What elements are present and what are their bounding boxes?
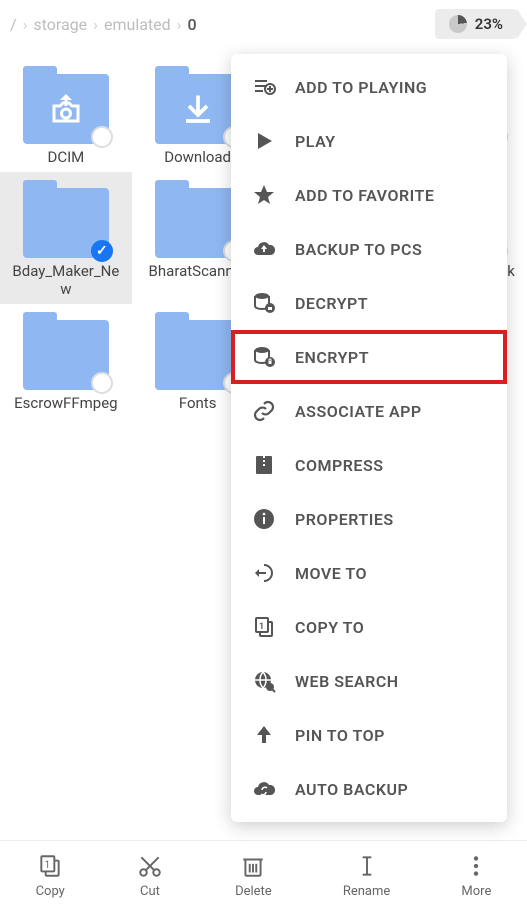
menu-item-label: ENCRYPT	[295, 348, 369, 367]
menu-item-add-to-playing[interactable]: ADD TO PLAYING	[231, 60, 507, 114]
camera-upload-icon	[46, 91, 86, 127]
menu-item-add-to-favorite[interactable]: ADD TO FAVORITE	[231, 168, 507, 222]
bottom-toolbar: 1 Copy Cut Delete Rename More	[0, 840, 527, 910]
db-unlock-icon	[251, 290, 277, 316]
menu-item-label: ASSOCIATE APP	[295, 402, 422, 421]
context-menu: ADD TO PLAYING PLAY ADD TO FAVORITE BACKUP …	[231, 54, 507, 822]
menu-item-label: AUTO BACKUP	[295, 780, 408, 799]
menu-item-label: WEB SEARCH	[295, 672, 399, 691]
web-search-icon	[251, 668, 277, 694]
folder-icon	[23, 188, 109, 258]
menu-item-copy-to[interactable]: 1 COPY TO	[231, 600, 507, 654]
delete-label: Delete	[235, 884, 272, 899]
cloud-up-icon	[251, 236, 277, 262]
chevron-right-icon: ›	[23, 15, 28, 34]
text-cursor-icon	[353, 852, 381, 880]
trash-icon	[239, 852, 267, 880]
menu-item-label: ADD TO PLAYING	[295, 78, 427, 97]
cloud-sync-icon	[251, 776, 277, 802]
rename-button[interactable]: Rename	[343, 852, 390, 899]
download-icon	[180, 91, 216, 127]
menu-item-pin-to-top[interactable]: PIN TO TOP	[231, 708, 507, 762]
menu-item-label: PROPERTIES	[295, 510, 394, 529]
chevron-right-icon: ›	[177, 15, 182, 34]
copy-label: Copy	[36, 884, 65, 899]
folder-label: DCIM	[47, 148, 84, 166]
menu-item-label: COMPRESS	[295, 456, 383, 475]
folder-icon	[155, 320, 241, 390]
storage-badge[interactable]: 23%	[435, 9, 517, 39]
cut-label: Cut	[140, 884, 160, 899]
menu-item-label: DECRYPT	[295, 294, 368, 313]
folder-icon	[155, 74, 241, 144]
breadcrumb-current: 0	[187, 15, 196, 34]
menu-item-play[interactable]: PLAY	[231, 114, 507, 168]
storage-percent: 23%	[475, 15, 503, 33]
breadcrumb-emulated[interactable]: emulated	[104, 15, 171, 34]
menu-item-move-to[interactable]: MOVE TO	[231, 546, 507, 600]
menu-item-backup-to-pcs[interactable]: BACKUP TO PCS	[231, 222, 507, 276]
more-vertical-icon	[462, 852, 490, 880]
menu-item-properties[interactable]: PROPERTIES	[231, 492, 507, 546]
copy-icon: 1	[36, 852, 64, 880]
menu-item-decrypt[interactable]: DECRYPT	[231, 276, 507, 330]
breadcrumb-root[interactable]: /	[10, 15, 17, 34]
info-icon	[251, 506, 277, 532]
menu-item-compress[interactable]: COMPRESS	[231, 438, 507, 492]
breadcrumb-storage[interactable]: storage	[33, 15, 87, 34]
folder-label: Download	[164, 148, 231, 166]
menu-item-encrypt[interactable]: ENCRYPT	[231, 330, 507, 384]
menu-item-web-search[interactable]: WEB SEARCH	[231, 654, 507, 708]
svg-text:1: 1	[45, 860, 50, 871]
folder-icon	[155, 188, 241, 258]
copy-icon: 1	[251, 614, 277, 640]
menu-item-auto-backup[interactable]: AUTO BACKUP	[231, 762, 507, 816]
playlist-add-icon	[251, 74, 277, 100]
folder-item[interactable]: EscrowFFmpeg	[0, 304, 132, 418]
check-icon	[91, 240, 113, 262]
link-icon	[251, 398, 277, 424]
menu-item-label: MOVE TO	[295, 564, 367, 583]
folder-label: Fonts	[179, 394, 217, 412]
move-icon	[251, 560, 277, 586]
svg-text:1: 1	[259, 622, 265, 632]
folder-icon	[23, 74, 109, 144]
menu-item-label: COPY TO	[295, 618, 364, 637]
scissors-icon	[136, 852, 164, 880]
folder-label: EscrowFFmpeg	[14, 394, 117, 412]
rename-label: Rename	[343, 884, 390, 899]
menu-item-label: PIN TO TOP	[295, 726, 385, 745]
status-dot	[91, 372, 113, 394]
db-lock-icon	[251, 344, 277, 370]
cut-button[interactable]: Cut	[136, 852, 164, 899]
play-icon	[251, 128, 277, 154]
folder-item[interactable]: DCIM	[0, 58, 132, 172]
delete-button[interactable]: Delete	[235, 852, 272, 899]
zip-icon	[251, 452, 277, 478]
star-icon	[251, 182, 277, 208]
breadcrumb: / › storage › emulated › 0 23%	[0, 0, 527, 48]
menu-item-label: BACKUP TO PCS	[295, 240, 422, 259]
folder-label: Bday_Maker_New	[11, 262, 121, 298]
more-label: More	[461, 884, 491, 899]
copy-button[interactable]: 1 Copy	[36, 852, 65, 899]
status-dot	[91, 126, 113, 148]
menu-item-associate-app[interactable]: ASSOCIATE APP	[231, 384, 507, 438]
menu-item-label: PLAY	[295, 132, 336, 151]
pie-chart-icon	[449, 15, 467, 33]
folder-item[interactable]: Bday_Maker_New	[0, 172, 132, 304]
folder-icon	[23, 320, 109, 390]
more-button[interactable]: More	[461, 852, 491, 899]
pin-icon	[251, 722, 277, 748]
chevron-right-icon: ›	[93, 15, 98, 34]
menu-item-label: ADD TO FAVORITE	[295, 186, 434, 205]
